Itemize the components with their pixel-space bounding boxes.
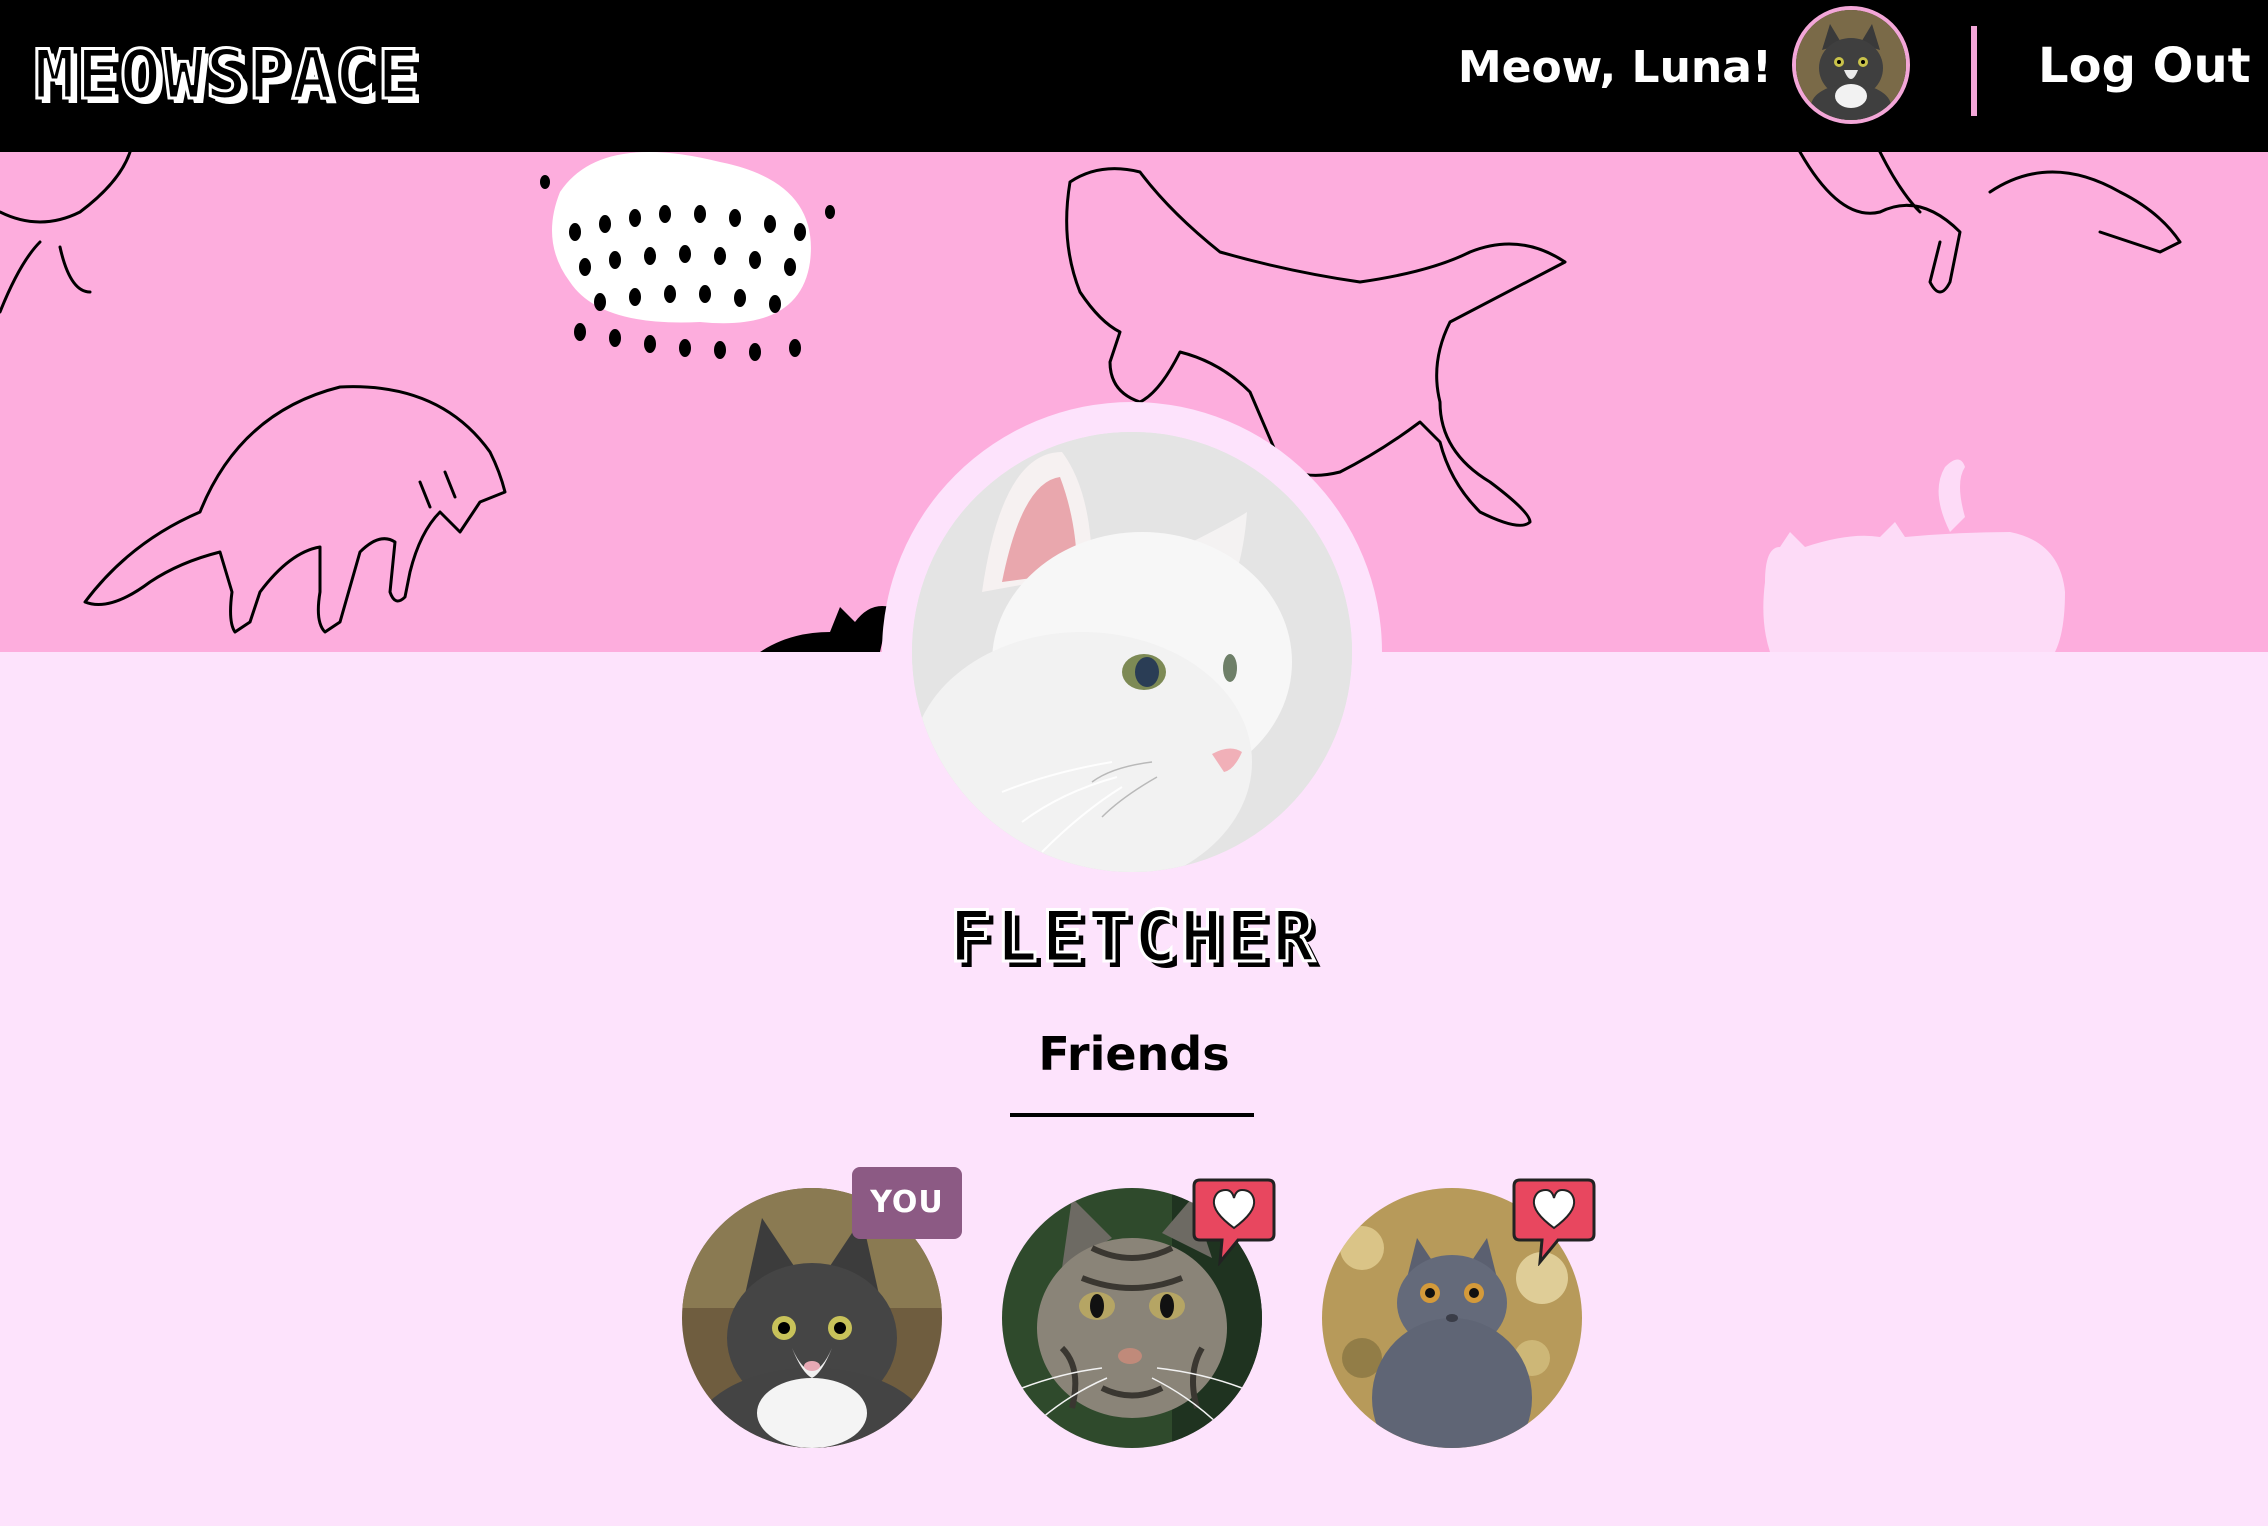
heart-badge-icon[interactable]	[1512, 1176, 1596, 1267]
greeting-text: Meow, Luna!	[1457, 42, 1772, 93]
top-navigation-bar: MEOWSPACE Meow, Luna! Log Out	[0, 0, 2268, 152]
heart-speech-bubble-icon	[1512, 1178, 1596, 1267]
header-divider	[1971, 26, 1977, 116]
profile-name: FLETCHER	[948, 895, 1319, 980]
you-badge: YOU	[852, 1167, 962, 1239]
cat-avatar-icon	[1796, 10, 1906, 120]
heart-speech-bubble-icon	[1192, 1178, 1276, 1267]
heart-badge-icon[interactable]	[1192, 1176, 1276, 1267]
logout-button[interactable]: Log Out	[2038, 36, 2251, 96]
site-logo[interactable]: MEOWSPACE	[32, 34, 420, 118]
friends-heading-underline	[1010, 1113, 1254, 1117]
profile-avatar	[912, 432, 1352, 872]
user-avatar[interactable]	[1792, 6, 1910, 124]
white-cat-photo	[912, 432, 1352, 872]
friends-heading: Friends	[1038, 1027, 1230, 1081]
